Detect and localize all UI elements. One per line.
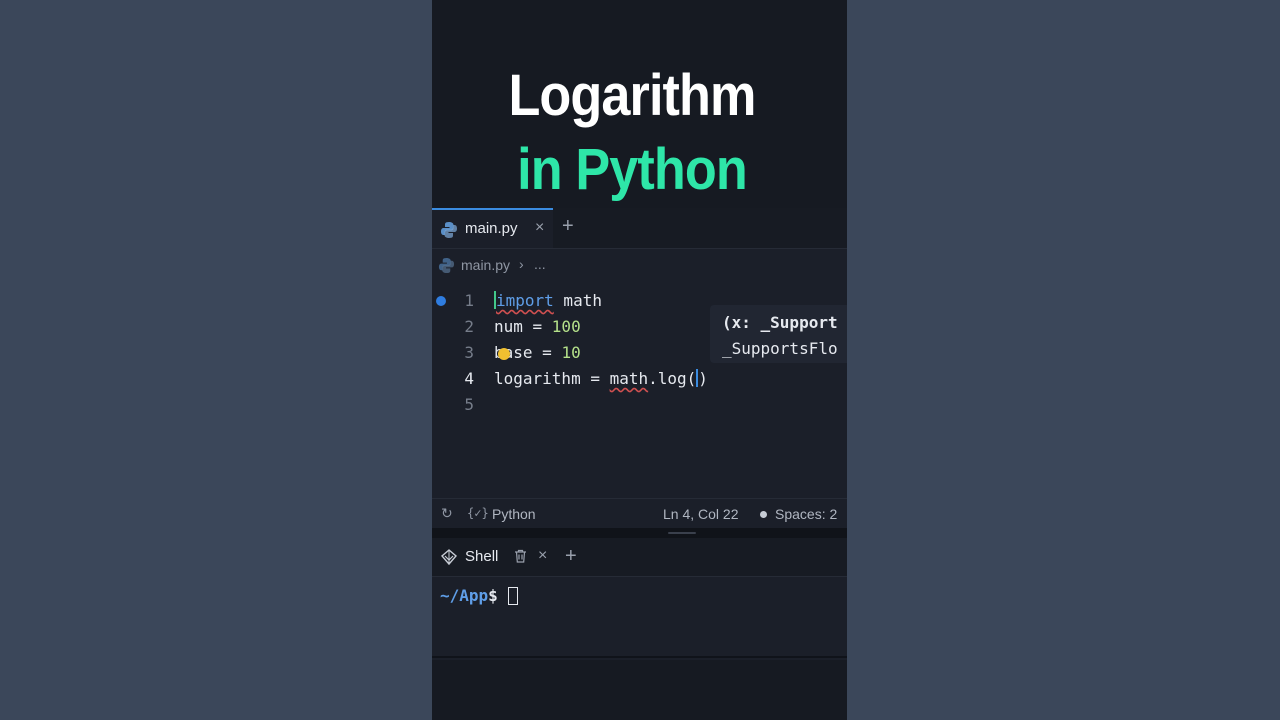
dot-icon <box>760 511 767 518</box>
status-bar: ↻ {✓} Python Ln 4, Col 22 Spaces: 2 <box>432 498 847 529</box>
lightbulb-icon[interactable] <box>498 348 510 360</box>
line-number: 4 <box>464 369 474 388</box>
language-icon: {✓} <box>467 506 489 520</box>
python-icon <box>440 221 458 244</box>
shell-icon <box>440 548 458 571</box>
panel-divider[interactable] <box>432 528 847 538</box>
hint-signature: (x: _Support <box>722 313 838 332</box>
close-icon[interactable]: × <box>538 547 547 565</box>
prompt-symbol: $ <box>488 586 498 605</box>
title-line-2: in Python <box>517 137 748 202</box>
code-text: ase = <box>503 343 562 362</box>
line-source: import math <box>494 291 602 310</box>
line-number: 3 <box>464 343 474 362</box>
code-text: ) <box>698 369 708 388</box>
line-source: logarithm = math.log() <box>494 369 708 388</box>
drag-handle[interactable] <box>668 532 696 534</box>
hint-type: _SupportsFlo <box>722 339 838 358</box>
tab-main-py[interactable]: main.py × <box>432 208 553 248</box>
code-line-active: 4 logarithm = math.log() <box>432 366 847 392</box>
background-right <box>847 0 1280 720</box>
shell-panel: Shell × + ~/App$ <box>432 538 847 660</box>
number-literal: 10 <box>561 343 581 362</box>
code-line: 5 <box>432 392 847 418</box>
module-name: math <box>553 291 602 310</box>
keyword-import: import <box>496 291 554 310</box>
code-text: logarithm = <box>494 369 610 388</box>
terminal-cursor[interactable] <box>508 587 518 605</box>
video-frame: Logarithm in Python main.py × + main.py … <box>432 0 847 720</box>
breadcrumb-more[interactable]: ... <box>534 256 546 272</box>
number-literal: 100 <box>551 317 581 336</box>
editor-tab-bar: main.py × + <box>432 208 847 249</box>
line-number: 2 <box>464 317 474 336</box>
title-line-1: Logarithm <box>508 63 756 128</box>
divider <box>432 656 847 658</box>
background-left <box>0 0 432 720</box>
indentation-setting[interactable]: Spaces: 2 <box>775 506 837 522</box>
sync-icon[interactable]: ↻ <box>441 505 453 522</box>
code-text: .log( <box>648 369 697 388</box>
shell-tab-bar: Shell × + <box>432 538 847 577</box>
breadcrumb-file[interactable]: main.py <box>461 257 510 273</box>
line-number: 1 <box>464 291 474 310</box>
code-text: num = <box>494 317 552 336</box>
prompt-path: ~/App <box>440 586 489 605</box>
cursor-position[interactable]: Ln 4, Col 22 <box>663 506 739 522</box>
signature-hint-popup: (x: _Support _SupportsFlo <box>710 305 847 363</box>
shell-prompt: ~/App$ <box>440 586 498 605</box>
language-mode[interactable]: Python <box>492 506 536 522</box>
tab-label: main.py <box>465 220 518 237</box>
line-source: num = 100 <box>494 317 581 336</box>
error-token: math <box>609 369 649 388</box>
python-icon <box>438 257 455 279</box>
unsaved-dot-icon <box>436 296 446 306</box>
tab-shell[interactable]: Shell <box>465 548 498 565</box>
add-tab-button[interactable]: + <box>565 545 577 568</box>
add-tab-button[interactable]: + <box>562 215 574 238</box>
close-icon[interactable]: × <box>535 219 544 237</box>
line-number: 5 <box>464 395 474 414</box>
trash-icon[interactable] <box>514 549 527 568</box>
chevron-right-icon: › <box>519 256 524 272</box>
code-editor: main.py × + main.py › ... 1 import math <box>432 208 847 529</box>
